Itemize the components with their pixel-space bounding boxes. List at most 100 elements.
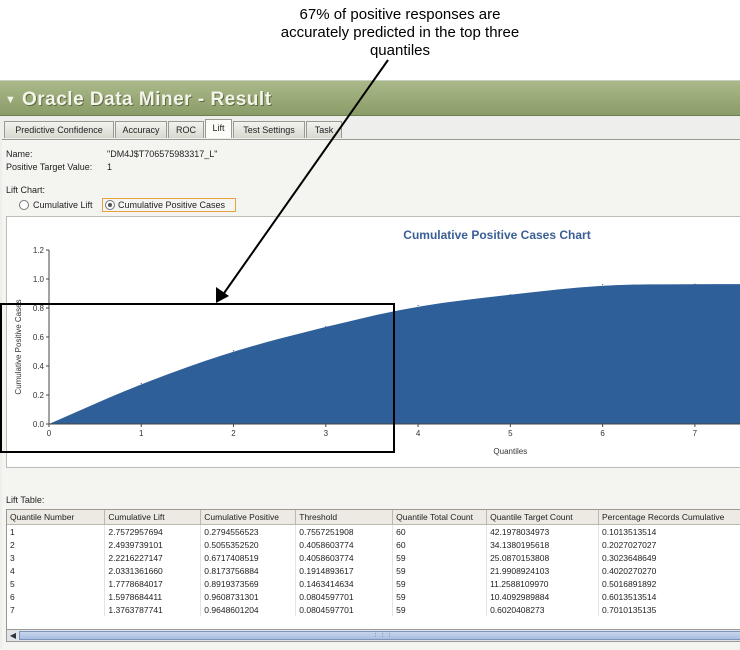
lift-table-label: Lift Table: [6,495,44,505]
table-cell: 59 [393,590,487,603]
table-cell: 25.0870153808 [487,551,599,564]
table-cell: 0.7010135135 [599,603,740,616]
table-cell: 0.6013513514 [599,590,740,603]
x-tick-label: 5 [508,429,513,438]
horizontal-scrollbar[interactable]: ◀ ⋮⋮⋮ [6,629,740,642]
table-cell: 2 [7,538,105,551]
tab-test-settings[interactable]: Test Settings [233,121,305,138]
chart-x-axis-label: Quantiles [493,447,527,456]
tab-task[interactable]: Task [306,121,342,138]
column-header[interactable]: Threshold [296,510,393,525]
cumulative-lift-radio[interactable] [19,200,29,210]
table-cell: 59 [393,577,487,590]
table-cell: 0.0804597701 [296,603,393,616]
table-cell: 11.2588109970 [487,577,599,590]
table-cell: 3 [7,551,105,564]
table-cell: 59 [393,564,487,577]
tab-roc[interactable]: ROC [168,121,204,138]
top-three-quantiles-highlight [0,303,395,453]
table-cell: 5 [7,577,105,590]
table-cell: 0.8173756884 [201,564,296,577]
table-row[interactable]: 42.03313616600.81737568840.1914893617592… [7,564,740,577]
y-tick-label: 1.0 [33,275,45,284]
table-row[interactable]: 12.75729576940.27945565230.7557251908604… [7,525,740,539]
table-cell: 0.4058603774 [296,538,393,551]
table-cell: 1.3763787741 [105,603,201,616]
x-tick-label: 7 [693,429,698,438]
data-point [510,294,511,295]
table-row[interactable]: 22.49397391010.50553525200.4058603774603… [7,538,740,551]
y-tick-label: 1.2 [33,246,45,255]
table-row[interactable]: 61.59786844110.96087313010.0804597701591… [7,590,740,603]
table-cell: 2.0331361660 [105,564,201,577]
callout-annotation: 67% of positive responses are accurately… [230,6,570,60]
x-tick-label: 6 [600,429,605,438]
lift-chart-label: Lift Chart: [6,185,45,195]
column-header[interactable]: Percentage Records Cumulative [599,510,740,525]
table-cell: 0.3023648649 [599,551,740,564]
table-cell: 0.1914893617 [296,564,393,577]
table-cell: 0.6020408273 [487,603,599,616]
column-header[interactable]: Quantile Total Count [393,510,487,525]
table-cell: 0.5055352520 [201,538,296,551]
cumulative-lift-option-label[interactable]: Cumulative Lift [33,200,93,210]
callout-line-1: 67% of positive responses are [230,6,570,24]
table-cell: 1.5978684411 [105,590,201,603]
data-point [602,284,603,285]
positive-target-value: 1 [107,162,112,172]
table-cell: 1 [7,525,105,539]
table-row[interactable]: 71.37637877410.96486012040.0804597701590… [7,603,740,616]
table-cell: 7 [7,603,105,616]
table-cell: 0.1463414634 [296,577,393,590]
x-tick-label: 4 [416,429,421,438]
table-cell: 0.5016891892 [599,577,740,590]
table-cell: 2.2216227147 [105,551,201,564]
table-cell: 0.6717408519 [201,551,296,564]
column-header[interactable]: Cumulative Positive [201,510,296,525]
table-cell: 60 [393,525,487,539]
table-cell: 0.0804597701 [296,590,393,603]
callout-line-3: quantiles [230,42,570,60]
table-cell: 10.4092989884 [487,590,599,603]
table-cell: 0.4058603774 [296,551,393,564]
window-titlebar: ▼ Oracle Data Miner - Result [0,81,740,116]
column-header[interactable]: Quantile Number [7,510,105,525]
table-cell: 0.4020270270 [599,564,740,577]
table-cell: 4 [7,564,105,577]
column-header[interactable]: Quantile Target Count [487,510,599,525]
cumulative-positive-cases-radio[interactable] [105,200,115,210]
table-cell: 42.1978034973 [487,525,599,539]
table-cell: 2.7572957694 [105,525,201,539]
table-cell: 0.7557251908 [296,525,393,539]
table-cell: 2.4939739101 [105,538,201,551]
table-cell: 0.2027027027 [599,538,740,551]
table-cell: 0.9648601204 [201,603,296,616]
scrollbar-grip-icon: ⋮⋮⋮ [372,630,393,639]
scroll-left-arrow-icon[interactable]: ◀ [8,630,18,641]
table-cell: 1.7778684017 [105,577,201,590]
column-header[interactable]: Cumulative Lift [105,510,201,525]
lift-table[interactable]: Quantile NumberCumulative LiftCumulative… [6,509,740,635]
table-body: 12.75729576940.27945565230.7557251908604… [7,525,740,617]
oracle-logo-icon: ▼ [5,94,16,106]
chart-title: Cumulative Positive Cases Chart [403,228,590,242]
table-cell: 34.1380195618 [487,538,599,551]
table-cell: 0.9608731301 [201,590,296,603]
table-cell: 6 [7,590,105,603]
table-row[interactable]: 32.22162271470.67174085190.4058603774592… [7,551,740,564]
table-header-row: Quantile NumberCumulative LiftCumulative… [7,510,740,525]
table-cell: 0.1013513514 [599,525,740,539]
name-label: Name: [6,149,33,159]
tab-lift[interactable]: Lift [205,119,232,138]
data-point [417,305,418,306]
table-cell: 60 [393,538,487,551]
table-cell: 0.2794556523 [201,525,296,539]
tab-predictive-confidence[interactable]: Predictive Confidence [4,121,114,138]
data-point [694,283,695,284]
table-cell: 0.8919373569 [201,577,296,590]
tab-accuracy[interactable]: Accuracy [115,121,167,138]
table-row[interactable]: 51.77786840170.89193735690.1463414634591… [7,577,740,590]
table-cell: 21.9908924103 [487,564,599,577]
cumulative-positive-cases-option-label[interactable]: Cumulative Positive Cases [118,200,225,210]
table-cell: 59 [393,551,487,564]
